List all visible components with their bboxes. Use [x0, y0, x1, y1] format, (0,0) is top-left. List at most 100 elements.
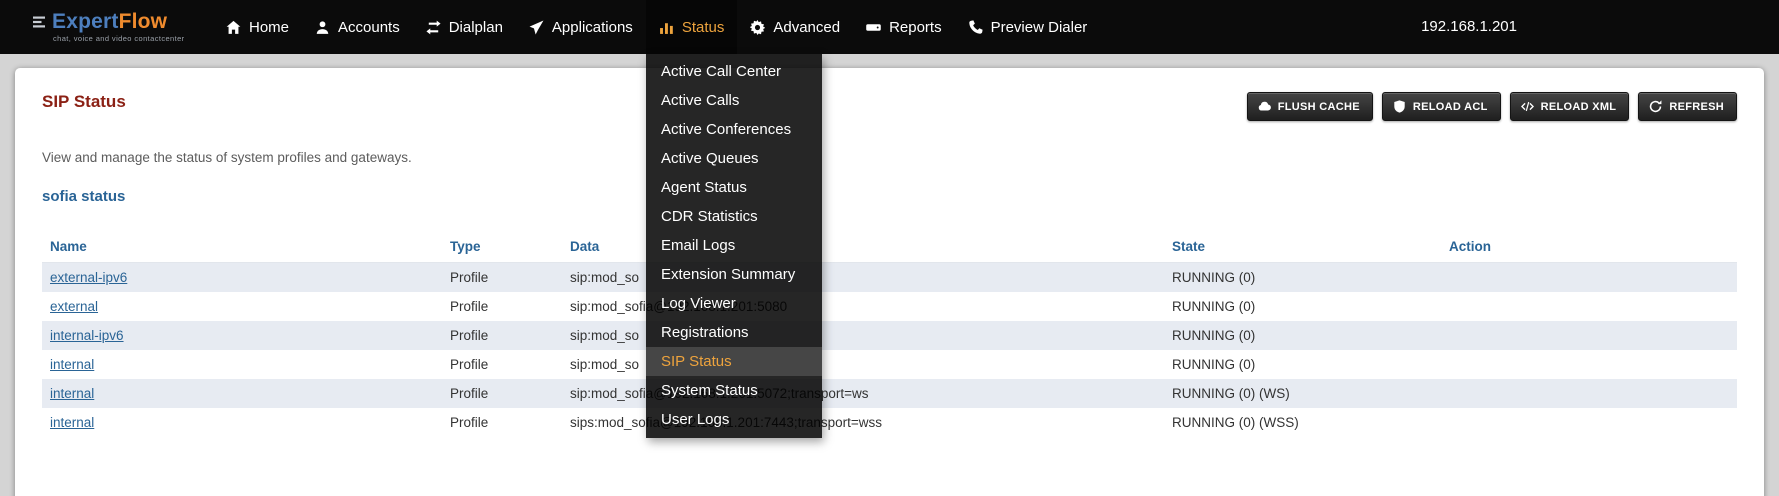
cell-name: internal [42, 379, 442, 408]
content-card: SIP Status FLUSH CACHE RELOAD ACL RELOAD X… [15, 68, 1764, 496]
bar-chart-icon [659, 20, 674, 35]
nav-item-label: Preview Dialer [991, 19, 1088, 36]
cell-action [1441, 408, 1737, 437]
code-icon [1521, 100, 1534, 113]
flush-cache-button[interactable]: FLUSH CACHE [1247, 92, 1373, 121]
flush-cache-icon [1258, 100, 1271, 113]
logo-icon [33, 15, 47, 29]
profile-link[interactable]: external-ipv6 [50, 270, 127, 285]
column-header-action: Action [1441, 231, 1737, 263]
cell-type: Profile [442, 321, 562, 350]
section-title: sofia status [42, 188, 125, 205]
column-header-state: State [1164, 231, 1441, 263]
menu-item-system-status[interactable]: System Status [646, 376, 822, 405]
cell-action [1441, 350, 1737, 379]
nav-item-home[interactable]: Home [213, 0, 302, 54]
gear-icon [750, 20, 765, 35]
cell-type: Profile [442, 292, 562, 321]
cell-name: external [42, 292, 442, 321]
menu-item-registrations[interactable]: Registrations [646, 318, 822, 347]
profile-link[interactable]: internal [50, 386, 94, 401]
cell-name: internal [42, 408, 442, 437]
brand-wordmark: ExpertFlow [52, 11, 167, 33]
brand-logo[interactable]: ExpertFlow chat, voice and video contact… [33, 11, 203, 43]
cell-state: RUNNING (0) [1164, 292, 1441, 321]
cell-state: RUNNING (0) (WS) [1164, 379, 1441, 408]
hdd-icon [866, 20, 881, 35]
profile-link[interactable]: external [50, 299, 98, 314]
home-icon [226, 20, 241, 35]
phone-icon [968, 20, 983, 35]
nav-item-preview-dialer[interactable]: Preview Dialer [955, 0, 1101, 54]
table-row: internalProfilesip:mod_soRUNNING (0) [42, 350, 1737, 379]
cell-state: RUNNING (0) [1164, 350, 1441, 379]
profile-link[interactable]: internal [50, 357, 94, 372]
nav-item-label: Advanced [773, 19, 840, 36]
reload-acl-button[interactable]: RELOAD ACL [1382, 92, 1501, 121]
cell-type: Profile [442, 350, 562, 379]
page-description: View and manage the status of system pro… [42, 150, 412, 165]
nav-item-label: Dialplan [449, 19, 503, 36]
menu-item-agent-status[interactable]: Agent Status [646, 173, 822, 202]
reload-xml-button[interactable]: RELOAD XML [1510, 92, 1630, 121]
cell-name: internal [42, 350, 442, 379]
cell-type: Profile [442, 408, 562, 437]
sip-status-table: NameTypeDataStateAction external-ipv6 Pro… [42, 231, 1737, 437]
column-header-name: Name [42, 231, 442, 263]
paper-plane-icon [529, 20, 544, 35]
cell-action [1441, 292, 1737, 321]
nav-item-status[interactable]: Status [646, 0, 738, 54]
table-row: externalProfilesip:mod_sofia@192.168.1.2… [42, 292, 1737, 321]
menu-item-user-logs[interactable]: User Logs [646, 405, 822, 434]
nav-item-label: Accounts [338, 19, 400, 36]
profile-link[interactable]: internal [50, 415, 94, 430]
cell-action [1441, 263, 1737, 293]
nav-item-reports[interactable]: Reports [853, 0, 955, 54]
menu-item-active-call-center[interactable]: Active Call Center [646, 57, 822, 86]
top-navbar: ExpertFlow chat, voice and video contact… [0, 0, 1779, 54]
nav-item-dialplan[interactable]: Dialplan [413, 0, 516, 54]
nav-item-label: Home [249, 19, 289, 36]
cell-action [1441, 321, 1737, 350]
shield-icon [1393, 100, 1406, 113]
menu-item-log-viewer[interactable]: Log Viewer [646, 289, 822, 318]
column-header-type: Type [442, 231, 562, 263]
menu-item-email-logs[interactable]: Email Logs [646, 231, 822, 260]
page-title: SIP Status [42, 92, 126, 112]
nav-item-label: Reports [889, 19, 942, 36]
button-label: FLUSH CACHE [1278, 101, 1360, 113]
nav-item-accounts[interactable]: Accounts [302, 0, 413, 54]
menu-item-active-calls[interactable]: Active Calls [646, 86, 822, 115]
menu-item-cdr-statistics[interactable]: CDR Statistics [646, 202, 822, 231]
exchange-icon [426, 20, 441, 35]
nav-menu: Home Accounts Dialplan Applications Status Ad… [213, 0, 1100, 54]
table-row: internalProfilesips:mod_sofia@192.168.1.… [42, 408, 1737, 437]
cell-state: RUNNING (0) [1164, 321, 1441, 350]
cell-name: external-ipv6 [42, 263, 442, 293]
table-row: internalProfilesip:mod_sofia@192.168.1.2… [42, 379, 1737, 408]
refresh-button[interactable]: REFRESH [1638, 92, 1737, 121]
cell-type: Profile [442, 379, 562, 408]
table-row: internal-ipv6Profilesip:mod_soRUNNING (0… [42, 321, 1737, 350]
cell-action [1441, 379, 1737, 408]
toolbar: FLUSH CACHE RELOAD ACL RELOAD XML REFRESH [1247, 92, 1737, 121]
cell-name: internal-ipv6 [42, 321, 442, 350]
button-label: RELOAD ACL [1413, 101, 1488, 113]
status-dropdown-menu: Active Call CenterActive CallsActive Con… [646, 54, 822, 438]
menu-item-active-queues[interactable]: Active Queues [646, 144, 822, 173]
nav-item-applications[interactable]: Applications [516, 0, 646, 54]
profile-link[interactable]: internal-ipv6 [50, 328, 124, 343]
brand-tagline: chat, voice and video contactcenter [53, 34, 203, 43]
table-row: external-ipv6Profilesip:mod_soRUNNING (0… [42, 263, 1737, 293]
menu-item-sip-status[interactable]: SIP Status [646, 347, 822, 376]
nav-item-label: Applications [552, 19, 633, 36]
menu-item-extension-summary[interactable]: Extension Summary [646, 260, 822, 289]
button-label: REFRESH [1669, 101, 1724, 113]
menu-item-active-conferences[interactable]: Active Conferences [646, 115, 822, 144]
cell-type: Profile [442, 263, 562, 293]
nav-item-advanced[interactable]: Advanced [737, 0, 853, 54]
table-header-row: NameTypeDataStateAction [42, 231, 1737, 263]
user-icon [315, 20, 330, 35]
nav-item-label: Status [682, 19, 725, 36]
button-label: RELOAD XML [1541, 101, 1617, 113]
